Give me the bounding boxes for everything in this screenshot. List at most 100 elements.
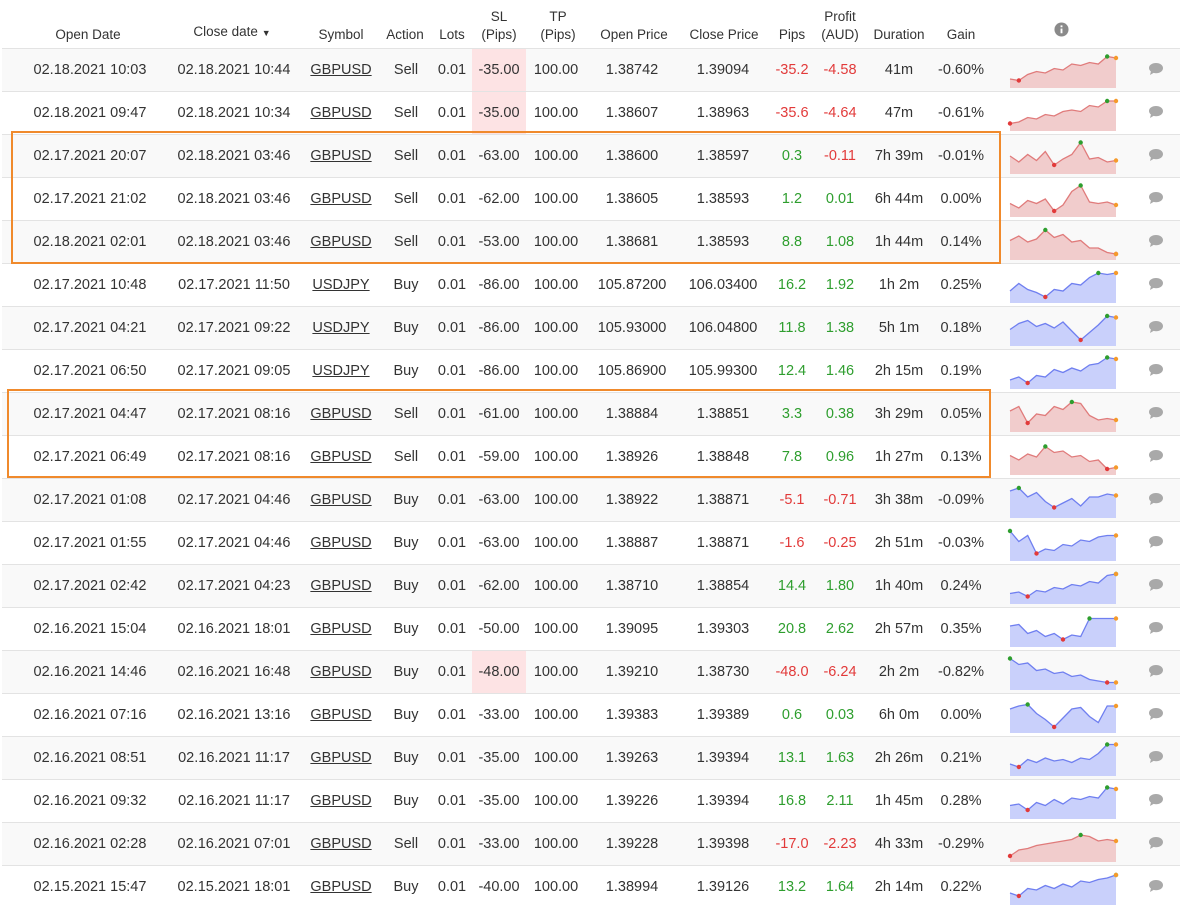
cell-pips: -1.6 <box>779 535 805 551</box>
cell-open-price: 1.38884 <box>605 406 659 422</box>
cell-symbol-link[interactable]: GBPUSD <box>308 823 374 865</box>
comment-icon[interactable] <box>1148 148 1164 162</box>
cell-sl-pips: -61.00 <box>478 406 520 422</box>
col-lots[interactable]: Lots <box>432 26 472 44</box>
comment-icon[interactable] <box>1148 621 1164 635</box>
col-profit-label: Profit <box>824 9 856 24</box>
cell-symbol-link[interactable]: GBPUSD <box>308 479 374 521</box>
cell-sl-pips: -33.00 <box>478 836 520 852</box>
col-close-price-label: Close Price <box>689 27 759 42</box>
trade-sparkline <box>1009 785 1119 819</box>
comment-icon[interactable] <box>1148 836 1164 850</box>
col-action[interactable]: Action <box>380 26 430 44</box>
comment-bubble-glyph <box>1149 450 1163 462</box>
cell-symbol-link[interactable]: GBPUSD <box>308 694 374 736</box>
cell-close-date: 02.16.2021 16:48 <box>177 664 291 680</box>
cell-symbol-link[interactable]: GBPUSD <box>308 780 374 822</box>
cell-sl-pips: -63.00 <box>478 148 520 164</box>
cell-duration: 2h 57m <box>874 621 924 637</box>
cell-pips: 20.8 <box>777 621 807 637</box>
cell-open-price: 1.39263 <box>605 750 659 766</box>
cell-symbol-link[interactable]: GBPUSD <box>308 651 374 693</box>
sparkline-min-marker <box>1051 208 1057 214</box>
col-sl-label: SL <box>490 9 508 24</box>
cell-pips: 0.6 <box>781 707 803 723</box>
comment-icon[interactable] <box>1148 707 1164 721</box>
cell-tp-pips: 100.00 <box>533 535 579 551</box>
cell-symbol-link[interactable]: GBPUSD <box>308 436 374 478</box>
cell-open-date: 02.17.2021 01:55 <box>33 535 147 551</box>
cell-duration: 1h 45m <box>874 793 924 809</box>
comment-icon[interactable] <box>1148 105 1164 119</box>
cell-tp-pips: 100.00 <box>533 148 579 164</box>
cell-symbol-link[interactable]: USDJPY <box>308 307 374 349</box>
comment-icon[interactable] <box>1148 277 1164 291</box>
sparkline-min-marker <box>1025 807 1030 813</box>
col-profit[interactable]: Profit (AUD) <box>814 8 866 44</box>
col-open-date[interactable]: Open Date <box>40 26 136 44</box>
comment-icon[interactable] <box>1148 449 1164 463</box>
cell-symbol-link[interactable]: GBPUSD <box>308 49 374 91</box>
comment-icon[interactable] <box>1148 750 1164 764</box>
sparkline-area <box>1010 56 1116 88</box>
sparkline-min-marker <box>1025 380 1030 386</box>
comment-icon[interactable] <box>1148 492 1164 506</box>
table-row: 02.16.2021 09:32 02.16.2021 11:17 GBPUSD Bu… <box>2 779 1180 822</box>
col-pips[interactable]: Pips <box>770 26 814 44</box>
cell-symbol-link[interactable]: GBPUSD <box>308 737 374 779</box>
cell-gain: -0.09% <box>938 492 984 508</box>
cell-symbol-link[interactable]: GBPUSD <box>308 221 374 263</box>
cell-symbol-link[interactable]: GBPUSD <box>308 565 374 607</box>
col-gain-label: Gain <box>946 27 976 42</box>
cell-pips: 0.3 <box>781 148 803 164</box>
cell-tp-pips: 100.00 <box>533 578 579 594</box>
cell-symbol-link[interactable]: GBPUSD <box>308 608 374 650</box>
table-row: 02.16.2021 15:04 02.16.2021 18:01 GBPUSD Bu… <box>2 607 1180 650</box>
sparkline-area <box>1010 618 1116 647</box>
col-open-price-label: Open Price <box>600 27 668 42</box>
col-duration-label: Duration <box>873 27 925 42</box>
col-sl[interactable]: SL (Pips) <box>472 8 526 44</box>
cell-action: Buy <box>393 793 419 809</box>
col-duration[interactable]: Duration <box>866 26 932 44</box>
trade-sparkline <box>1009 355 1119 389</box>
cell-profit: 1.46 <box>825 363 855 379</box>
comment-icon[interactable] <box>1148 664 1164 678</box>
comment-icon[interactable] <box>1148 535 1164 549</box>
comment-icon[interactable] <box>1148 234 1164 248</box>
info-icon[interactable] <box>1052 22 1070 42</box>
comment-icon[interactable] <box>1148 191 1164 205</box>
sparkline-min-marker <box>1025 420 1030 426</box>
cell-symbol-link[interactable]: GBPUSD <box>308 393 374 435</box>
col-symbol-label: Symbol <box>318 27 364 42</box>
cell-tp-pips: 100.00 <box>533 664 579 680</box>
trade-sparkline <box>1009 183 1119 217</box>
sparkline-end-marker <box>1113 786 1119 792</box>
cell-symbol-link[interactable]: USDJPY <box>308 264 374 306</box>
cell-symbol-link[interactable]: GBPUSD <box>308 178 374 220</box>
col-close-price[interactable]: Close Price <box>682 26 766 44</box>
comment-icon[interactable] <box>1148 363 1164 377</box>
col-symbol[interactable]: Symbol <box>308 26 374 44</box>
cell-symbol-link[interactable]: GBPUSD <box>308 135 374 177</box>
col-open-price[interactable]: Open Price <box>592 26 676 44</box>
col-gain[interactable]: Gain <box>934 26 988 44</box>
cell-symbol-link[interactable]: GBPUSD <box>308 92 374 134</box>
cell-tp-pips: 100.00 <box>533 449 579 465</box>
comment-icon[interactable] <box>1148 62 1164 76</box>
col-tp[interactable]: TP (Pips) <box>530 8 586 44</box>
cell-open-date: 02.17.2021 04:21 <box>33 320 147 336</box>
cell-symbol-link[interactable]: GBPUSD <box>308 866 374 908</box>
cell-symbol-link[interactable]: USDJPY <box>308 350 374 392</box>
cell-symbol-link[interactable]: GBPUSD <box>308 522 374 564</box>
cell-gain: -0.60% <box>938 62 984 78</box>
comment-icon[interactable] <box>1148 879 1164 893</box>
trade-sparkline <box>1007 528 1119 561</box>
comment-icon[interactable] <box>1148 406 1164 420</box>
cell-close-price: 1.39389 <box>696 707 750 723</box>
cell-tp-pips: 100.00 <box>533 793 579 809</box>
comment-icon[interactable] <box>1148 320 1164 334</box>
cell-open-price: 1.38926 <box>605 449 659 465</box>
comment-icon[interactable] <box>1148 793 1164 807</box>
comment-icon[interactable] <box>1148 578 1164 592</box>
